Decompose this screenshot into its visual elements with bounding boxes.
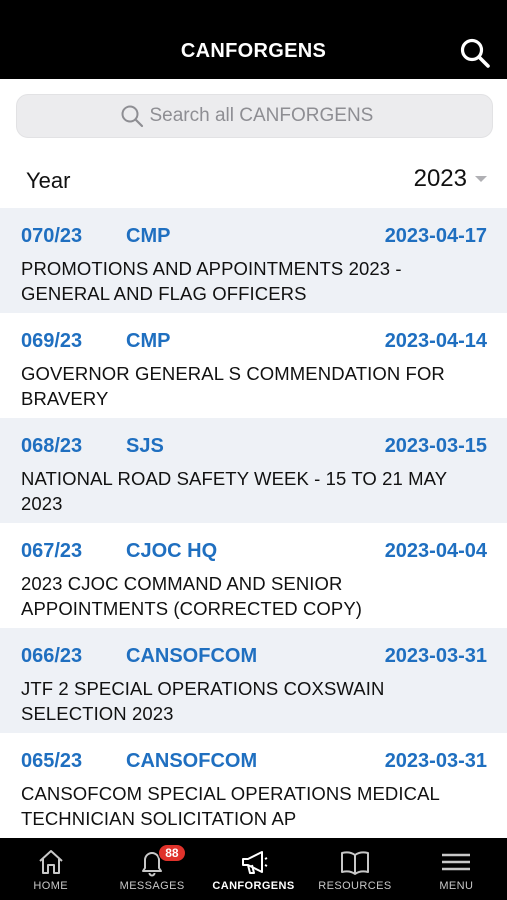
tab-label: MENU: [439, 880, 474, 892]
chevron-down-icon: [475, 176, 487, 182]
page-title: CANFORGENS: [180, 40, 327, 62]
search-icon: [121, 105, 143, 128]
home-icon: [39, 850, 63, 874]
search-icon[interactable]: [459, 37, 491, 69]
search-bar[interactable]: [16, 94, 493, 138]
book-icon: [340, 851, 369, 875]
megaphone-icon: [241, 851, 267, 874]
top-bar: CANFORGENS: [0, 0, 507, 79]
bottom-tab-bar: HOME 88 MESSAGES CANFORGENS RESOURCES ME…: [0, 838, 507, 900]
message-number: 067/23: [21, 540, 83, 562]
tab-canforgens[interactable]: CANFORGENS: [203, 838, 304, 900]
search-input[interactable]: [149, 105, 390, 127]
message-org: SJS: [126, 435, 164, 457]
message-date: 2023-03-15: [384, 435, 487, 457]
tab-messages[interactable]: 88 MESSAGES: [101, 838, 202, 900]
tab-label: CANFORGENS: [212, 880, 295, 892]
list-item[interactable]: 067/23 CJOC HQ 2023-04-04 2023 CJOC COMM…: [0, 523, 507, 628]
tab-label: RESOURCES: [318, 880, 392, 892]
menu-icon: [442, 853, 471, 871]
list-item[interactable]: 066/23 CANSOFCOM 2023-03-31 JTF 2 SPECIA…: [0, 628, 507, 733]
message-date: 2023-03-31: [384, 750, 487, 772]
message-title: PROMOTIONS AND APPOINTMENTS 2023 - GENERA…: [21, 258, 402, 304]
message-date: 2023-04-04: [384, 540, 487, 562]
tab-menu[interactable]: MENU: [406, 838, 507, 900]
tab-resources[interactable]: RESOURCES: [304, 838, 405, 900]
message-org: CMP: [126, 225, 171, 247]
message-title: 2023 CJOC COMMAND AND SENIOR APPOINTMENTS…: [21, 573, 363, 619]
list-item[interactable]: 065/23 CANSOFCOM 2023-03-31 CANSOFCOM SP…: [0, 733, 507, 838]
tab-label: MESSAGES: [119, 880, 185, 892]
message-date: 2023-04-14: [384, 330, 487, 352]
message-number: 068/23: [21, 435, 83, 457]
canforgen-list: 070/23 CMP 2023-04-17 PROMOTIONS AND APP…: [0, 208, 507, 838]
unread-count-badge: 88: [158, 844, 186, 862]
message-date: 2023-04-17: [384, 225, 487, 247]
list-item[interactable]: 069/23 CMP 2023-04-14 GOVERNOR GENERAL S…: [0, 313, 507, 418]
message-org: CANSOFCOM: [126, 750, 258, 772]
message-title: CANSOFCOM SPECIAL OPERATIONS MEDICAL TECH…: [21, 783, 440, 829]
message-number: 066/23: [21, 645, 83, 667]
list-item[interactable]: 070/23 CMP 2023-04-17 PROMOTIONS AND APP…: [0, 208, 507, 313]
year-filter-row: Year 2023: [0, 155, 507, 207]
year-label: Year: [26, 168, 71, 193]
message-title: GOVERNOR GENERAL S COMMENDATION FOR BRAVE…: [21, 363, 445, 409]
year-value: 2023: [413, 165, 467, 192]
message-number: 069/23: [21, 330, 83, 352]
tab-label: HOME: [33, 880, 68, 892]
message-title: JTF 2 SPECIAL OPERATIONS COXSWAIN SELECTI…: [21, 678, 385, 724]
message-title: NATIONAL ROAD SAFETY WEEK - 15 TO 21 MAY…: [21, 468, 448, 514]
message-date: 2023-03-31: [384, 645, 487, 667]
list-item[interactable]: 068/23 SJS 2023-03-15 NATIONAL ROAD SAFE…: [0, 418, 507, 523]
message-number: 065/23: [21, 750, 83, 772]
message-number: 070/23: [21, 225, 83, 247]
message-org: CANSOFCOM: [126, 645, 258, 667]
message-org: CMP: [126, 330, 171, 352]
tab-home[interactable]: HOME: [0, 838, 101, 900]
message-org: CJOC HQ: [126, 540, 218, 562]
year-dropdown[interactable]: 2023: [414, 165, 487, 193]
